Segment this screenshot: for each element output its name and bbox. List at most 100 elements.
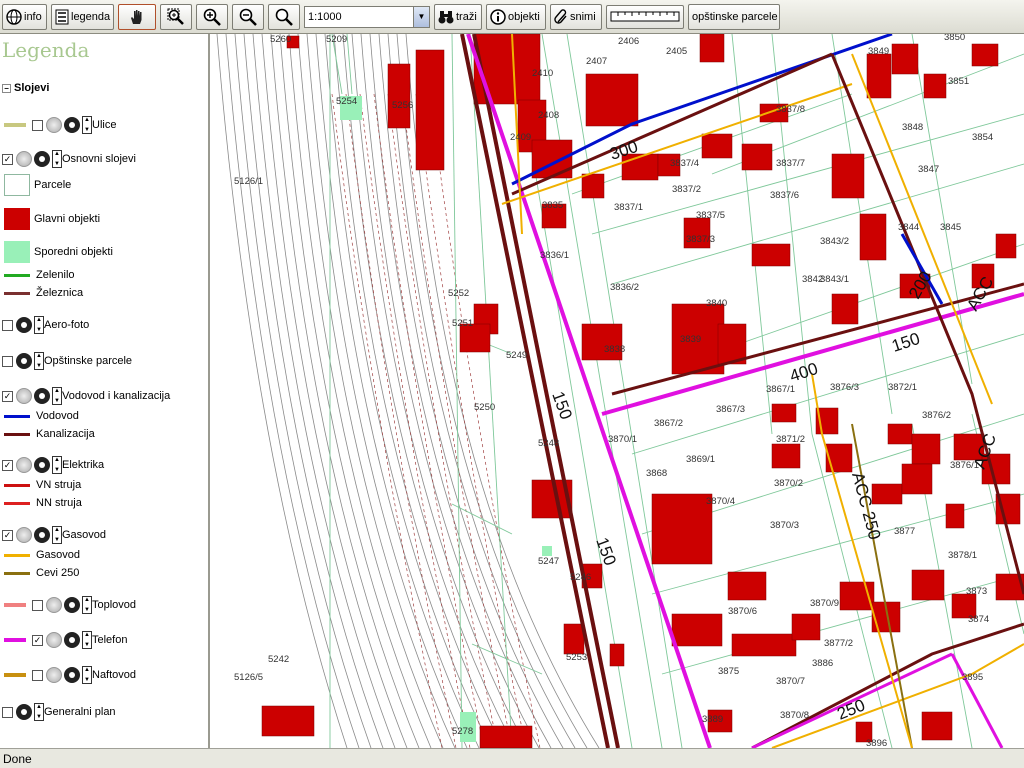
building — [727, 571, 767, 601]
layer-generalni: ▲ ▼ Generalni plan — [0, 702, 116, 722]
objekti-button[interactable]: objekti — [486, 3, 546, 30]
reorder-icon[interactable]: ▲ ▼ — [34, 316, 44, 334]
elektrika-checkbox[interactable]: ✓ — [2, 459, 13, 471]
toplovod-checkbox[interactable] — [32, 599, 43, 611]
ulice-checkbox[interactable] — [32, 119, 43, 131]
visibility-icon[interactable] — [46, 597, 62, 613]
zeleznica-swatch — [4, 291, 30, 295]
snimi-button[interactable]: snimi — [550, 3, 602, 30]
building — [866, 53, 892, 99]
rail-track — [315, 34, 480, 748]
visibility-icon[interactable] — [46, 632, 62, 648]
building — [479, 725, 533, 748]
slojevi-header[interactable]: − Slojevi — [2, 82, 49, 94]
parcel-label: 3873 — [966, 586, 987, 597]
telefon-swatch — [4, 638, 26, 642]
parcel-label: 3868 — [646, 468, 667, 479]
identify-icon[interactable] — [34, 527, 50, 543]
parcel-label: 3867/3 — [716, 404, 745, 415]
opstinske-checkbox[interactable] — [2, 355, 13, 367]
identify-icon[interactable] — [64, 597, 80, 613]
gasovod-group-label: Gasovod — [62, 529, 107, 541]
chevron-down-icon[interactable]: ▼ — [413, 6, 429, 27]
map-view[interactable]: 5260 5209 5254 5256 5126/1 5252 5251 5249 5250 52… — [212, 34, 1024, 748]
visibility-icon[interactable] — [46, 667, 62, 683]
parcel-label: 5126/5 — [234, 672, 263, 683]
collapse-icon[interactable]: − — [2, 83, 11, 93]
zoom-full-button[interactable] — [268, 3, 300, 30]
sporedni-swatch — [4, 241, 30, 263]
parcel-label: 3886 — [812, 658, 833, 669]
visibility-icon[interactable] — [16, 527, 32, 543]
reorder-icon[interactable]: ▲ ▼ — [82, 666, 92, 684]
parcel-label: 3896 — [866, 738, 887, 748]
reorder-icon[interactable]: ▲ ▼ — [34, 352, 44, 370]
pan-button[interactable] — [118, 3, 156, 30]
scale-value: 1:1000 — [308, 10, 342, 23]
vodovod-checkbox[interactable]: ✓ — [2, 390, 13, 402]
reorder-icon[interactable]: ▲ ▼ — [82, 631, 92, 649]
aero-checkbox[interactable] — [2, 319, 13, 331]
parcel-label: 3870/1 — [608, 434, 637, 445]
building — [791, 613, 821, 641]
identify-icon[interactable] — [64, 667, 80, 683]
identify-icon[interactable] — [16, 317, 32, 333]
parcel-label: 5242 — [268, 654, 289, 665]
reorder-icon[interactable]: ▲ ▼ — [52, 456, 62, 474]
parcel-label: 2410 — [532, 68, 553, 79]
gasovod-checkbox[interactable]: ✓ — [2, 529, 13, 541]
railway-lines — [331, 93, 541, 748]
building — [741, 143, 773, 171]
identify-icon[interactable] — [34, 457, 50, 473]
legend-nn: NN struja — [4, 497, 82, 509]
rail-track — [261, 34, 408, 748]
parcel-label: 3839 — [680, 334, 701, 345]
identify-icon[interactable] — [16, 353, 32, 369]
zoom-in-icon — [202, 7, 222, 27]
naftovod-swatch — [4, 673, 26, 677]
identify-icon[interactable] — [34, 151, 50, 167]
visibility-icon[interactable] — [16, 388, 32, 404]
reorder-icon[interactable]: ▲ ▼ — [52, 150, 62, 168]
zoom-box-button[interactable] — [160, 3, 192, 30]
telefon-checkbox[interactable]: ✓ — [32, 634, 43, 646]
zoom-in-button[interactable] — [196, 3, 228, 30]
identify-icon[interactable] — [64, 632, 80, 648]
reorder-icon[interactable]: ▲ ▼ — [34, 703, 44, 721]
building — [831, 153, 865, 199]
opstinske-parcele-button[interactable]: opštinske parcele — [688, 3, 780, 30]
identify-icon[interactable] — [16, 704, 32, 720]
parcel-label: 3838 — [604, 344, 625, 355]
layer-osnovni: ✓ ▲ ▼ Osnovni slojevi — [0, 149, 136, 169]
search-button[interactable]: traži — [434, 3, 482, 30]
naftovod-checkbox[interactable] — [32, 669, 43, 681]
generalni-checkbox[interactable] — [2, 706, 13, 718]
legenda-button[interactable]: legenda — [51, 3, 114, 30]
kanalizacija-swatch — [4, 432, 30, 436]
scale-select[interactable]: 1:1000 ▼ — [304, 5, 430, 28]
identify-icon[interactable] — [34, 388, 50, 404]
visibility-icon[interactable] — [16, 457, 32, 473]
layer-opstinske: ▲ ▼ Opštinske parcele — [0, 351, 132, 371]
info-button[interactable]: info — [2, 3, 47, 30]
parcel-label: 3836/1 — [540, 250, 569, 261]
reorder-icon[interactable]: ▲ ▼ — [52, 526, 62, 544]
legend-vodovod: Vodovod — [4, 410, 79, 422]
osnovni-checkbox[interactable]: ✓ — [2, 153, 13, 165]
identify-icon[interactable] — [64, 117, 80, 133]
building — [771, 403, 797, 423]
parcel-label: 2409 — [510, 132, 531, 143]
legend-sporedni: Sporedni objekti — [4, 241, 113, 263]
parcel-label: 3870/8 — [780, 710, 809, 721]
zoom-out-button[interactable] — [232, 3, 264, 30]
visibility-icon[interactable] — [16, 151, 32, 167]
search-label: traži — [456, 10, 477, 23]
visibility-icon[interactable] — [46, 117, 62, 133]
reorder-icon[interactable]: ▲ ▼ — [52, 387, 62, 405]
building — [911, 433, 941, 465]
reorder-icon[interactable]: ▲ ▼ — [82, 596, 92, 614]
measure-button[interactable] — [606, 4, 684, 29]
map-canvas[interactable]: 5260 5209 5254 5256 5126/1 5252 5251 5249 5250 52… — [212, 34, 1024, 748]
reorder-icon[interactable]: ▲ ▼ — [82, 116, 92, 134]
building — [831, 293, 859, 325]
